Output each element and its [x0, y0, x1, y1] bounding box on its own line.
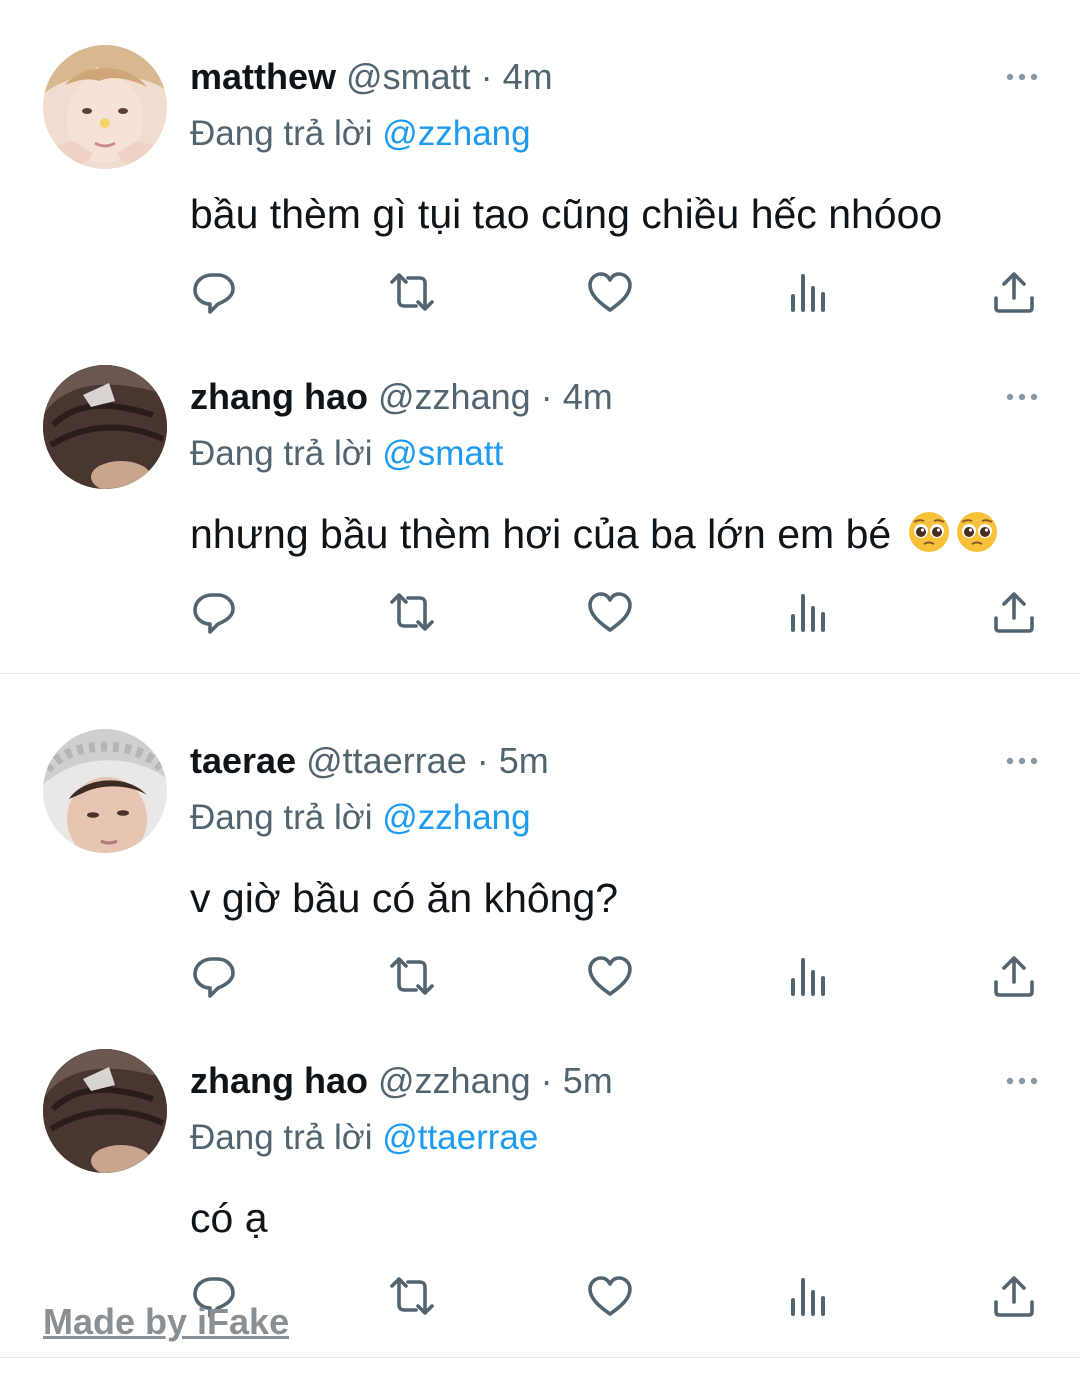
tweet-actions	[0, 588, 1080, 638]
tweet-actions	[0, 952, 1080, 1002]
tweet[interactable]: taerae @ttaerrae · 5m Đang trả lời @zzha…	[0, 704, 1080, 1034]
avatar[interactable]	[43, 729, 167, 853]
mention-link[interactable]: @zzhang	[382, 114, 530, 153]
like-icon[interactable]	[586, 588, 634, 636]
reply-icon[interactable]	[190, 588, 238, 636]
display-name[interactable]: zhang hao	[190, 1060, 368, 1101]
mention-link[interactable]: @smatt	[382, 434, 503, 473]
watermark: Made by iFake	[43, 1301, 290, 1342]
tweet-actions	[0, 268, 1080, 318]
separator: ·	[480, 56, 493, 97]
replying-to-label: Đang trả lời	[190, 798, 373, 837]
views-icon[interactable]	[784, 952, 832, 1000]
timestamp[interactable]: 5m	[563, 1060, 613, 1101]
like-icon[interactable]	[586, 1272, 634, 1320]
avatar[interactable]	[43, 1049, 167, 1173]
like-icon[interactable]	[586, 268, 634, 316]
like-icon[interactable]	[586, 952, 634, 1000]
username[interactable]: @zzhang	[378, 1060, 531, 1101]
avatar[interactable]	[43, 365, 167, 489]
more-options-icon[interactable]	[1004, 754, 1040, 766]
pleading-face-emoji	[955, 510, 999, 554]
avatar[interactable]	[43, 45, 167, 169]
mention-link[interactable]: @ttaerrae	[382, 1118, 538, 1157]
reply-icon[interactable]	[190, 268, 238, 316]
replying-to-label: Đang trả lời	[190, 114, 373, 153]
pleading-face-emoji	[907, 510, 951, 554]
display-name[interactable]: matthew	[190, 56, 336, 97]
username[interactable]: @ttaerrae	[306, 740, 467, 781]
display-name[interactable]: taerae	[190, 740, 296, 781]
share-icon[interactable]	[990, 952, 1038, 1000]
more-options-icon[interactable]	[1004, 390, 1040, 402]
tweet-header: matthew @smatt · 4m	[190, 55, 553, 99]
separator: ·	[540, 376, 553, 417]
views-icon[interactable]	[784, 1272, 832, 1320]
retweet-icon[interactable]	[388, 1272, 436, 1320]
views-icon[interactable]	[784, 588, 832, 636]
tweet-header: zhang hao @zzhang · 4m	[190, 375, 613, 419]
timestamp[interactable]: 5m	[499, 740, 549, 781]
share-icon[interactable]	[990, 268, 1038, 316]
display-name[interactable]: zhang hao	[190, 376, 368, 417]
retweet-icon[interactable]	[388, 588, 436, 636]
views-icon[interactable]	[784, 268, 832, 316]
more-options-icon[interactable]	[1004, 1074, 1040, 1086]
thread-divider	[0, 673, 1080, 674]
timestamp[interactable]: 4m	[563, 376, 613, 417]
mention-link[interactable]: @zzhang	[382, 798, 530, 837]
separator: ·	[540, 1060, 553, 1101]
share-icon[interactable]	[990, 588, 1038, 636]
tweet[interactable]: matthew @smatt · 4m Đang trả lời @zzhang…	[0, 0, 1080, 340]
more-options-icon[interactable]	[1004, 70, 1040, 82]
tweet-text-content: nhưng bầu thèm hơi của ba lớn em bé	[190, 511, 892, 557]
bottom-divider	[0, 1357, 1080, 1358]
tweet-header: zhang hao @zzhang · 5m	[190, 1059, 613, 1103]
reply-icon[interactable]	[190, 952, 238, 1000]
tweet-text: có ạ	[190, 1195, 268, 1241]
tweet-text: bầu thèm gì tụi tao cũng chiều hếc nhóoo	[190, 191, 943, 237]
replying-to: Đang trả lời @zzhang	[190, 796, 531, 840]
tweet-text: v giờ bầu có ăn không?	[190, 875, 619, 921]
separator: ·	[476, 740, 489, 781]
timestamp[interactable]: 4m	[503, 56, 553, 97]
retweet-icon[interactable]	[388, 952, 436, 1000]
replying-to: Đang trả lời @smatt	[190, 432, 503, 476]
replying-to-label: Đang trả lời	[190, 434, 373, 473]
replying-to: Đang trả lời @zzhang	[190, 112, 531, 156]
username[interactable]: @smatt	[346, 56, 471, 97]
username[interactable]: @zzhang	[378, 376, 531, 417]
retweet-icon[interactable]	[388, 268, 436, 316]
tweet-text: nhưng bầu thèm hơi của ba lớn em bé	[190, 508, 999, 560]
replying-to: Đang trả lời @ttaerrae	[190, 1116, 538, 1160]
replying-to-label: Đang trả lời	[190, 1118, 373, 1157]
share-icon[interactable]	[990, 1272, 1038, 1320]
tweet[interactable]: zhang hao @zzhang · 4m Đang trả lời @sma…	[0, 340, 1080, 670]
tweet-header: taerae @ttaerrae · 5m	[190, 739, 549, 783]
